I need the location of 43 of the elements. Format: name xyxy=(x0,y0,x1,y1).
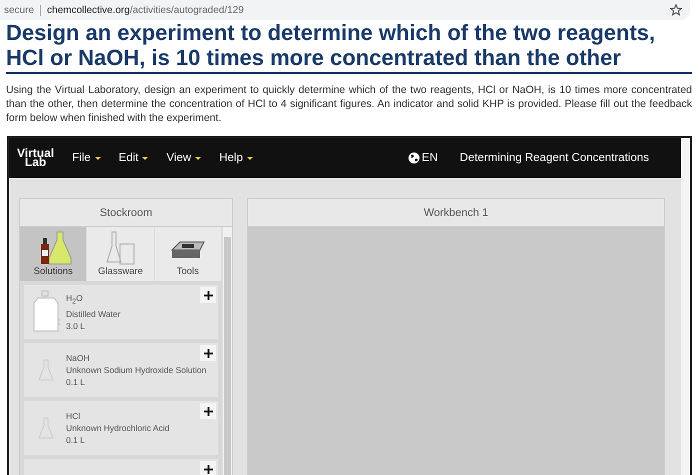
reagent-card[interactable]: HCl Unknown Hydrochloric Acid 0.1 L xyxy=(24,401,218,455)
flask-icon xyxy=(38,417,54,439)
frame-scrollbar[interactable] xyxy=(681,138,690,475)
menu-button[interactable]: File xyxy=(72,152,101,164)
add-button[interactable] xyxy=(200,461,216,475)
stockroom-tab[interactable]: Solutions xyxy=(20,227,88,281)
reagent-name: Unknown Hydrochloric Acid xyxy=(66,422,170,434)
reagent-name: Unknown Sodium Hydroxide Solution xyxy=(66,364,206,376)
stockroom-tab[interactable]: Tools xyxy=(154,227,222,281)
reagent-formula: NaOH xyxy=(66,352,91,364)
reagent-name: Distilled Water xyxy=(66,308,120,320)
panel-header: Workbench 1 xyxy=(248,199,664,227)
reagent-card[interactable]: H$_{2}$O Distilled Water 3.0 L xyxy=(24,285,218,339)
menu-button[interactable]: Edit xyxy=(118,152,148,164)
menu-button[interactable]: Help xyxy=(219,152,253,164)
add-button[interactable] xyxy=(200,287,216,303)
url-text: chemcollective.org/activities/autograded/129 xyxy=(47,4,244,16)
list-scrollbar[interactable] xyxy=(222,227,232,475)
plus-icon xyxy=(204,406,212,416)
virtual-lab-logo: Virtual Lab xyxy=(17,149,54,167)
reagent-formula: H$_{2}$O xyxy=(66,292,84,308)
security-label: secure xyxy=(4,4,42,16)
stockroom-tab[interactable]: Glassware xyxy=(87,227,155,281)
add-button[interactable] xyxy=(200,403,216,419)
plus-icon xyxy=(204,464,212,474)
page-heading: Design an experiment to determine which of the two reagents, HCl or NaOH, is 10 times more concentrated than the other xyxy=(6,20,692,74)
reagent-card[interactable]: NaOH Unknown Sodium Hydroxide Solution 0.1 L xyxy=(24,343,218,397)
plus-icon xyxy=(204,290,212,300)
address-bar[interactable]: secure chemcollective.org/activities/autograded/129 xyxy=(0,0,690,20)
globe-icon[interactable] xyxy=(408,152,420,164)
reagent-volume: 3.0 L xyxy=(66,320,86,332)
language-link[interactable]: EN xyxy=(422,152,438,164)
plus-icon xyxy=(204,348,212,358)
add-button[interactable] xyxy=(200,345,216,361)
water-carboy-icon xyxy=(32,290,60,334)
menu-button[interactable]: View xyxy=(166,152,202,164)
reagent-formula: HCl xyxy=(66,410,82,422)
flask-icon xyxy=(38,359,54,381)
activity-title: Determining Reagent Concentrations xyxy=(460,152,649,164)
bookmark-star-icon[interactable] xyxy=(670,4,682,16)
description-paragraph: Using the Virtual Laboratory, design an experiment to quickly determine which of the two reagents, HCl or NaOH, is 10 times more concentrated than the other, then determine the concentration of HCl to 4 significant figures. An indicator and solid KHP is provided. Please fill out the feedback form below when finished with the experiment. xyxy=(6,83,692,125)
reagent-volume: 0.1 L xyxy=(66,434,86,446)
reagent-volume: 0.1 L xyxy=(66,376,86,388)
